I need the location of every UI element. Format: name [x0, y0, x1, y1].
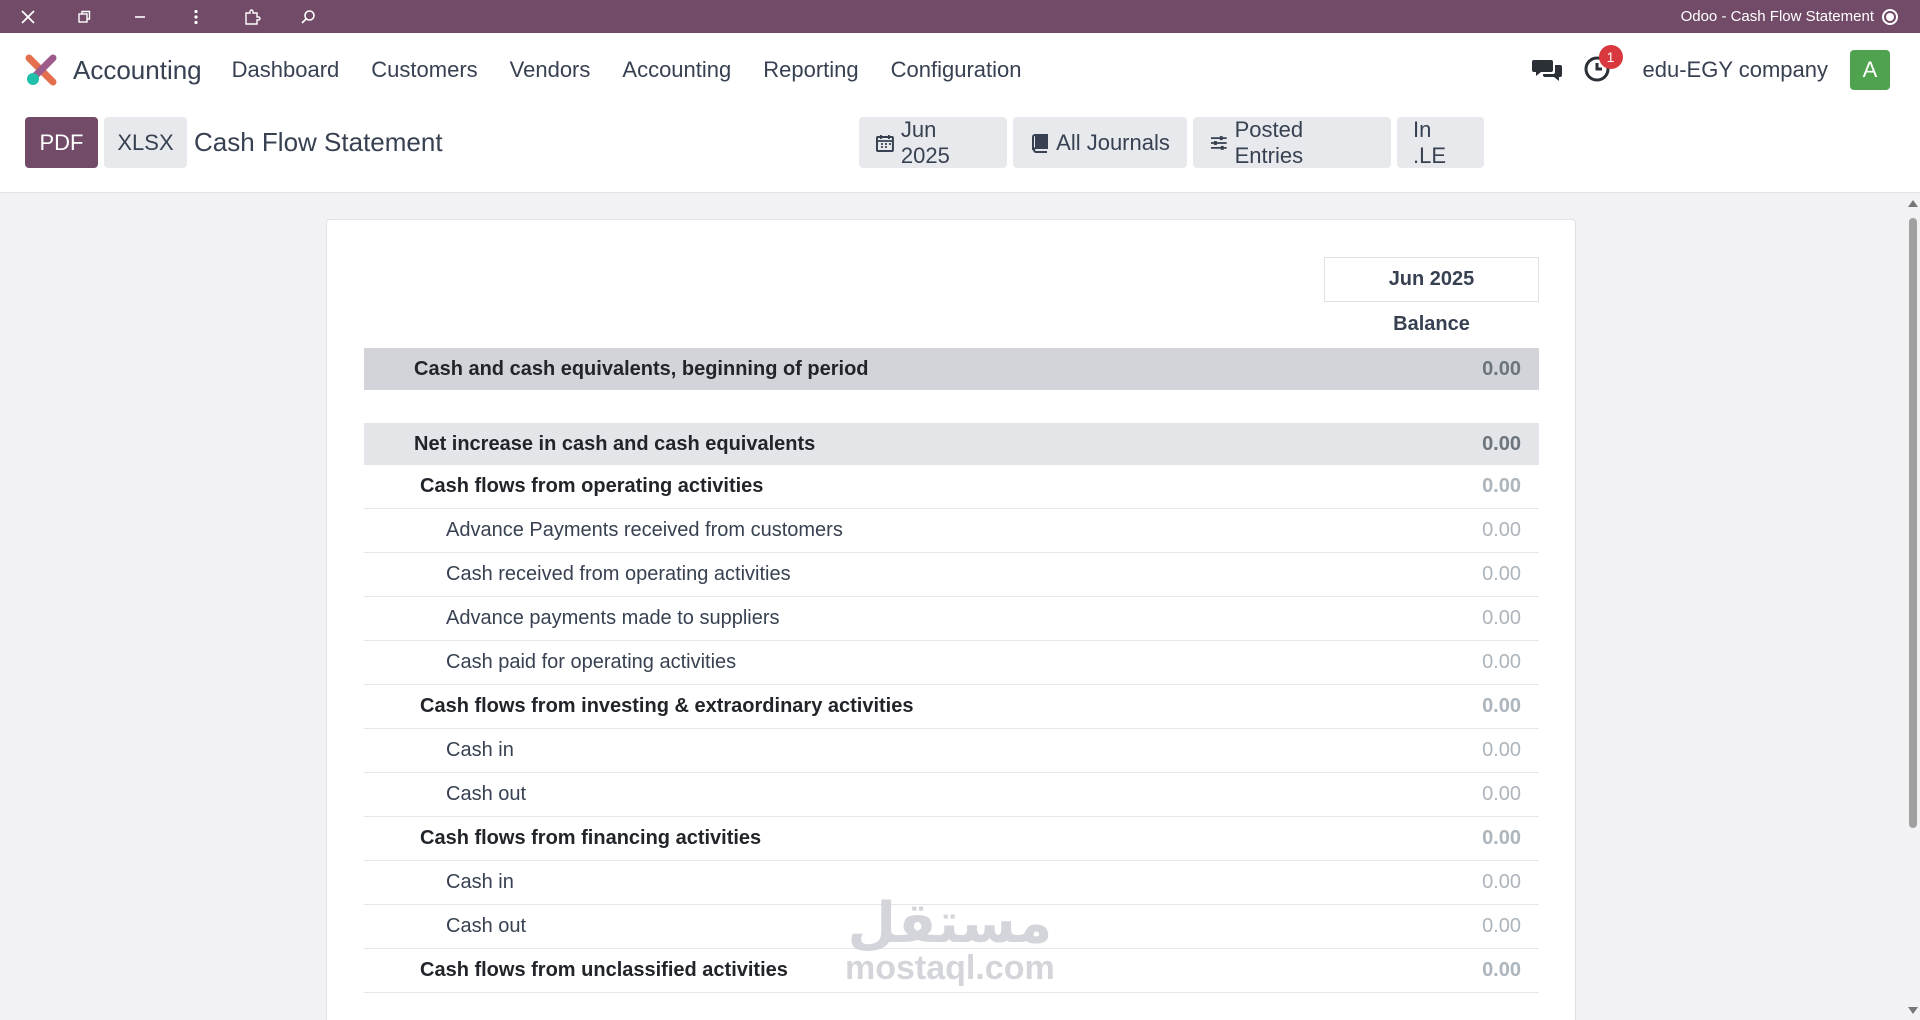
currency-filter-label: In .LE	[1413, 116, 1447, 168]
page-title: Cash Flow Statement	[194, 127, 443, 157]
report-line-net-increase[interactable]: Net increase in cash and cash equivalent…	[364, 423, 1539, 465]
report-line-value: 0.00	[1482, 563, 1521, 585]
report-line-value: 0.00	[1482, 357, 1521, 380]
report-line-investing-cash-in[interactable]: Cash in 0.00	[364, 729, 1539, 773]
date-filter-button[interactable]: Jun 2025	[859, 117, 1007, 168]
record-icon	[1882, 8, 1898, 25]
extensions-icon[interactable]	[224, 0, 280, 33]
report-line-value: 0.00	[1482, 915, 1521, 937]
report-line-value: 0.00	[1482, 607, 1521, 629]
column-balance-header: Balance	[1393, 313, 1470, 335]
sliders-icon	[1210, 135, 1227, 150]
report-line-investing[interactable]: Cash flows from investing & extraordinar…	[364, 685, 1539, 729]
report-line-label: Advance Payments received from customers	[446, 519, 843, 541]
report-line-cash-paid-operating[interactable]: Cash paid for operating activities 0.00	[364, 641, 1539, 685]
menu-reporting[interactable]: Reporting	[747, 57, 874, 83]
chat-icon[interactable]	[1531, 54, 1563, 86]
report-line-label: Cash in	[446, 739, 514, 761]
report-line-value: 0.00	[1482, 871, 1521, 893]
currency-filter-button[interactable]: In .LE	[1397, 117, 1484, 168]
company-switcher[interactable]: edu-EGY company	[1643, 57, 1828, 83]
activity-button[interactable]: 1	[1583, 45, 1623, 85]
report-line-value: 0.00	[1482, 783, 1521, 805]
main-navbar: Accounting Dashboard Customers Vendors A…	[0, 33, 1920, 107]
report-line-investing-cash-out[interactable]: Cash out 0.00	[364, 773, 1539, 817]
report-line-label: Cash paid for operating activities	[446, 651, 737, 673]
menu-configuration[interactable]: Configuration	[875, 57, 1038, 83]
report-line-advance-received[interactable]: Advance Payments received from customers…	[364, 509, 1539, 553]
report-line-value: 0.00	[1482, 475, 1521, 497]
report-line-label: Cash out	[446, 783, 527, 805]
watermark-latin-text: mostaql.com	[845, 949, 1055, 987]
watermark-arabic-text: مستقل	[847, 891, 1053, 954]
report-line-beginning-balance[interactable]: Cash and cash equivalents, beginning of …	[364, 348, 1539, 390]
pdf-button[interactable]: PDF	[25, 117, 98, 168]
app-name[interactable]: Accounting	[73, 55, 202, 86]
menu-dashboard[interactable]: Dashboard	[216, 57, 356, 83]
control-panel: PDF XLSX Cash Flow Statement Jun 2025 Al…	[0, 107, 1920, 193]
close-window-icon[interactable]	[0, 0, 56, 33]
calendar-icon	[875, 134, 894, 152]
menu-customers[interactable]: Customers	[355, 57, 493, 83]
report-line-value: 0.00	[1482, 827, 1521, 849]
report-line-label: Cash received from operating activities	[446, 563, 791, 585]
report-line-advance-paid[interactable]: Advance payments made to suppliers 0.00	[364, 597, 1539, 641]
menu-accounting[interactable]: Accounting	[606, 57, 747, 83]
scroll-up-arrow-icon[interactable]	[1908, 200, 1918, 207]
date-filter-label: Jun 2025	[900, 116, 950, 168]
report-line-value: 0.00	[1482, 651, 1521, 673]
report-line-label: Cash flows from investing & extraordinar…	[420, 695, 914, 717]
window-title-text: Odoo - Cash Flow Statement	[1680, 8, 1874, 25]
more-options-icon[interactable]	[168, 0, 224, 33]
main-menu: Dashboard Customers Vendors Accounting R…	[216, 57, 1038, 83]
scrollbar-thumb[interactable]	[1909, 218, 1917, 828]
zoom-icon[interactable]	[280, 0, 336, 33]
scroll-down-arrow-icon[interactable]	[1908, 1007, 1918, 1014]
report-line-value: 0.00	[1482, 739, 1521, 761]
report-line-operating[interactable]: Cash flows from operating activities 0.0…	[364, 465, 1539, 509]
xlsx-button[interactable]: XLSX	[104, 117, 187, 168]
journals-filter-label: All Journals	[1056, 129, 1170, 155]
mostaql-watermark: مستقل mostaql.com	[845, 891, 1055, 987]
user-avatar[interactable]: A	[1850, 50, 1890, 90]
report-line-label: Net increase in cash and cash equivalent…	[414, 432, 816, 455]
activity-count-badge: 1	[1598, 45, 1623, 69]
posted-entries-filter-button[interactable]: Posted Entries	[1193, 117, 1391, 168]
posted-entries-filter-label: Posted Entries	[1234, 116, 1304, 168]
report-line-value: 0.00	[1482, 519, 1521, 541]
report-line-cash-received-operating[interactable]: Cash received from operating activities …	[364, 553, 1539, 597]
accounting-app-logo-icon[interactable]	[24, 53, 58, 87]
navbar-systray: 1 edu-EGY company A	[1531, 33, 1890, 107]
report-line-value: 0.00	[1482, 959, 1521, 981]
book-icon	[1032, 133, 1049, 153]
report-line-label: Cash flows from operating activities	[420, 475, 764, 497]
minimize-window-icon[interactable]	[112, 0, 168, 33]
window-titlebar: Odoo - Cash Flow Statement	[0, 0, 1920, 33]
journals-filter-button[interactable]: All Journals	[1013, 117, 1187, 168]
report-line-value: 0.00	[1482, 695, 1521, 717]
restore-window-icon[interactable]	[56, 0, 112, 33]
column-period-header[interactable]: Jun 2025	[1324, 257, 1539, 302]
window-title: Odoo - Cash Flow Statement	[1681, 0, 1898, 33]
report-line-label: Advance payments made to suppliers	[446, 607, 780, 629]
menu-vendors[interactable]: Vendors	[494, 57, 607, 83]
report-line-label: Cash and cash equivalents, beginning of …	[414, 357, 869, 380]
report-line-label: Cash flows from financing activities	[420, 827, 762, 849]
report-line-value: 0.00	[1482, 432, 1521, 455]
report-line-financing[interactable]: Cash flows from financing activities 0.0…	[364, 817, 1539, 861]
vertical-scrollbar[interactable]	[1906, 194, 1920, 1020]
